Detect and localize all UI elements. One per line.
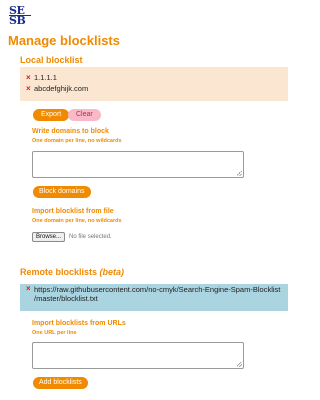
remote-heading-text: Remote blocklists [20, 267, 98, 277]
import-urls-textarea[interactable] [32, 342, 244, 369]
resize-grip-icon[interactable] [237, 362, 242, 367]
write-domains-hint: One domain per line, no wildcards [32, 138, 122, 144]
import-file-hint: One domain per line, no wildcards [32, 218, 122, 224]
write-domains-label: Write domains to block [32, 128, 109, 135]
remote-blocklist-list: × https://raw.githubusercontent.com/no-c… [20, 284, 288, 311]
clear-button[interactable]: Clear [68, 109, 101, 121]
page-title: Manage blocklists [8, 33, 120, 48]
list-item: × abcdefghijk.com [20, 83, 288, 94]
import-urls-label: Import blocklists from URLs [32, 320, 126, 327]
logo-line-2: SB [9, 14, 26, 27]
export-button[interactable]: Export [33, 109, 70, 121]
local-blocklist-list: × 1.1.1.1 × abcdefghijk.com [20, 67, 288, 101]
browse-button[interactable]: Browse... [32, 232, 66, 242]
import-file-label: Import blocklist from file [32, 208, 114, 215]
remove-icon[interactable]: × [26, 72, 31, 83]
remote-blocklists-heading: Remote blocklists (beta) [20, 267, 124, 277]
block-domains-button[interactable]: Block domains [33, 186, 91, 198]
app-logo: SE SB [9, 5, 33, 33]
file-status-text: No file selected. [69, 234, 112, 240]
resize-grip-icon[interactable] [237, 171, 242, 176]
write-domains-textarea[interactable] [32, 151, 244, 178]
remote-url-line-1: https://raw.githubusercontent.com/no-cmy… [34, 285, 281, 294]
local-blocklist-heading: Local blocklist [20, 55, 83, 65]
file-input[interactable]: Browse... No file selected. [32, 232, 112, 242]
domain-entry-text: abcdefghijk.com [34, 84, 89, 93]
remote-url-line-2: /master/blocklist.txt [34, 294, 98, 303]
add-blocklists-button[interactable]: Add blocklists [33, 377, 88, 389]
list-item: × https://raw.githubusercontent.com/no-c… [20, 284, 288, 303]
remove-icon[interactable]: × [26, 83, 31, 94]
import-urls-hint: One URL per line [32, 330, 77, 336]
domain-entry-text: 1.1.1.1 [34, 73, 57, 82]
remove-icon[interactable]: × [26, 284, 31, 293]
list-item: × 1.1.1.1 [20, 72, 288, 83]
beta-tag: (beta) [99, 267, 125, 277]
